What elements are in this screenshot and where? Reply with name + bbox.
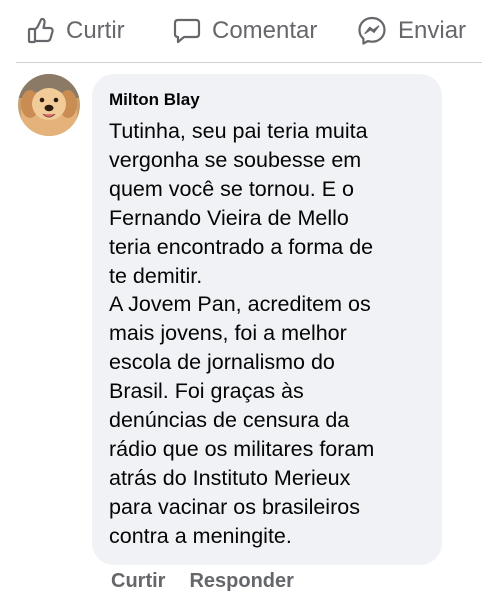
comment-line: te demitir. [109, 263, 203, 288]
comment-line: Fernando Vieira de Mello [109, 205, 349, 230]
send-button[interactable]: Enviar [356, 14, 466, 48]
post-action-bar: Curtir Comentar Enviar [0, 0, 498, 62]
comment-reply-link[interactable]: Responder [189, 570, 293, 592]
comment-bubble: Milton Blay Tutinha, seu pai teria muita… [92, 74, 442, 565]
send-label: Enviar [398, 17, 467, 44]
comment-line: rádio que os militares foram [109, 436, 375, 461]
avatar[interactable] [18, 74, 80, 136]
comment-line: mais jovens, foi a melhor [109, 321, 347, 346]
comment-label: Comentar [212, 17, 318, 44]
comment-line: para vacinar os brasileiros [109, 494, 360, 519]
divider [16, 62, 482, 63]
comment-line: contra a meningite. [109, 523, 292, 548]
speech-bubble-icon [172, 16, 202, 46]
dog-avatar-icon [18, 74, 80, 136]
messenger-icon [356, 15, 388, 47]
thumbs-up-icon [26, 16, 56, 46]
comment-line: A Jovem Pan, acreditem os [109, 292, 371, 317]
comment-text: Tutinha, seu pai teria muita vergonha se… [109, 117, 428, 551]
like-label: Curtir [66, 17, 125, 44]
like-button[interactable]: Curtir [26, 14, 125, 48]
comment-line: atrás do Instituto Merieux [109, 465, 351, 490]
comment-button[interactable]: Comentar [172, 14, 317, 48]
comment-line: escola de jornalismo do [109, 350, 335, 375]
comment-line: teria encontrado a forma de [109, 234, 374, 259]
comment-line: quem você se tornou. E o [109, 176, 355, 201]
comment-line: Brasil. Foi graças às [109, 379, 304, 404]
comment-line: vergonha se soubesse em [109, 147, 362, 172]
comment-line: denúncias de censura da [109, 408, 350, 433]
comment-author[interactable]: Milton Blay [109, 90, 428, 110]
comment-like-link[interactable]: Curtir [111, 570, 165, 592]
comment-actions: Curtir Responder [111, 570, 294, 593]
comment-line: Tutinha, seu pai teria muita [109, 119, 368, 143]
